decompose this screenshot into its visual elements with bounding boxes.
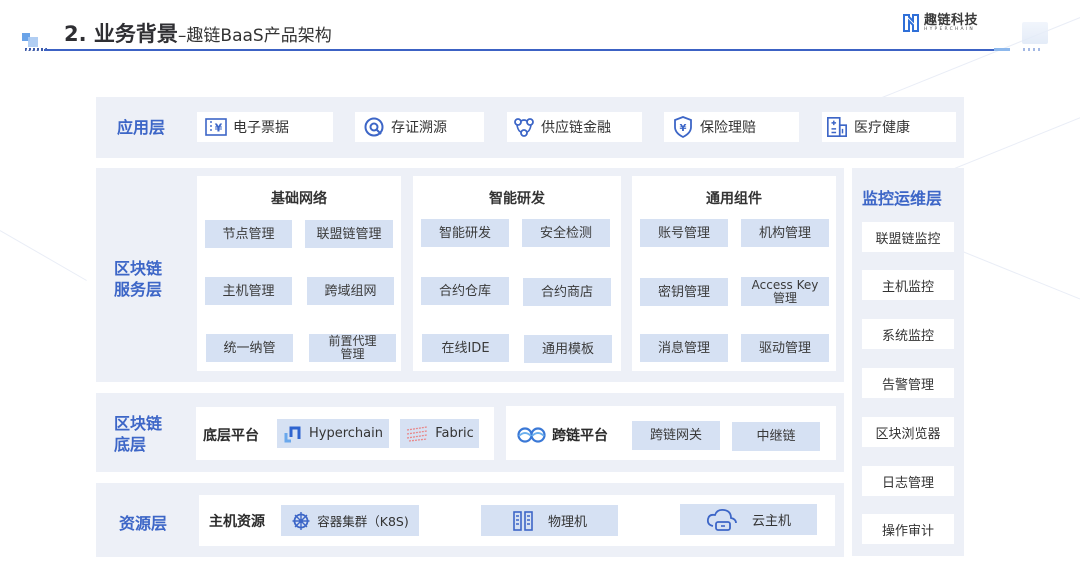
- service-layer-label-line1: 区块链: [114, 259, 163, 278]
- app-item-label: 医疗健康: [854, 120, 910, 136]
- service-item[interactable]: 智能研发: [421, 219, 509, 247]
- svg-text:¥: ¥: [680, 123, 687, 134]
- app-layer-label: 应用层: [117, 118, 166, 137]
- receipt-yen-icon: ¥: [205, 116, 227, 138]
- cube-decoration: [1022, 22, 1048, 44]
- app-item-label: 供应链金融: [541, 120, 611, 136]
- company-logo: 趣链科技 HYPERCHAIN: [902, 13, 978, 33]
- trace-search-icon: [363, 116, 385, 138]
- page-title-sub: –趣链BaaS产品架构: [177, 26, 332, 46]
- platform-hyperchain[interactable]: Hyperchain: [277, 419, 389, 448]
- resource-label: 物理机: [547, 515, 587, 530]
- crosschain-icon: [517, 427, 546, 443]
- service-group-title: 智能研发: [489, 191, 545, 207]
- service-item[interactable]: 账号管理: [640, 219, 728, 247]
- resource-layer-label: 资源层: [119, 514, 168, 533]
- service-item[interactable]: 消息管理: [640, 334, 728, 362]
- fabric-icon: [407, 425, 428, 442]
- service-layer-label: 区块链 服务层: [114, 258, 162, 300]
- base-layer-label-line2: 底层: [114, 435, 147, 454]
- crosschain-platform-text: 跨链平台: [552, 428, 608, 444]
- service-item[interactable]: 统一纳管: [206, 334, 293, 362]
- service-group-title: 通用组件: [706, 191, 762, 207]
- service-item[interactable]: 密钥管理: [640, 278, 728, 306]
- shield-yen-icon: ¥: [672, 116, 694, 138]
- header-decoration-dots: [1023, 48, 1041, 51]
- resource-label: 容器集群（K8S): [317, 514, 409, 529]
- header-decoration-square: [28, 37, 38, 47]
- monitor-item[interactable]: 主机监控: [862, 270, 954, 300]
- supply-chain-icon: [513, 116, 535, 138]
- service-item[interactable]: 在线IDE: [422, 334, 509, 362]
- service-item[interactable]: 主机管理: [205, 277, 292, 305]
- svg-text:¥: ¥: [215, 122, 223, 135]
- resource-label: 云主机: [751, 514, 791, 529]
- app-item-evidence-tracing[interactable]: 存证溯源: [355, 112, 484, 142]
- service-item[interactable]: 节点管理: [205, 220, 292, 248]
- service-item[interactable]: Access Key 管理: [741, 277, 829, 306]
- header-underline: [44, 49, 994, 51]
- monitor-item[interactable]: 区块浏览器: [862, 417, 954, 447]
- service-item[interactable]: 合约商店: [523, 278, 611, 306]
- app-item-healthcare[interactable]: 医疗健康: [822, 112, 956, 142]
- monitor-item[interactable]: 联盟链监控: [862, 222, 954, 252]
- page-title-main: 2. 业务背景: [64, 22, 178, 46]
- logo-name-en: HYPERCHAIN: [924, 26, 975, 32]
- base-layer-label: 区块链 底层: [114, 413, 162, 455]
- app-item-supply-chain-finance[interactable]: 供应链金融: [507, 112, 642, 142]
- header-underline-tail: [994, 48, 1010, 51]
- monitor-item[interactable]: 告警管理: [862, 368, 954, 398]
- base-layer-label-line1: 区块链: [114, 414, 163, 433]
- service-item[interactable]: 驱动管理: [741, 334, 829, 362]
- service-group-title: 基础网络: [271, 191, 327, 207]
- service-item[interactable]: 合约仓库: [421, 277, 509, 305]
- hospital-icon: [826, 116, 848, 138]
- app-item-label: 电子票据: [233, 120, 289, 136]
- app-item-label: 存证溯源: [391, 120, 447, 136]
- monitor-item[interactable]: 日志管理: [862, 466, 954, 496]
- cloud-host-icon: [706, 508, 737, 531]
- app-item-label: 保险理赔: [700, 120, 756, 136]
- hyperchain-icon: [284, 426, 301, 442]
- platform-label: Fabric: [435, 426, 474, 441]
- service-item[interactable]: 机构管理: [741, 219, 829, 247]
- service-item[interactable]: 前置代理 管理: [309, 334, 396, 362]
- resource-physical-machine[interactable]: 物理机: [481, 505, 618, 536]
- kubernetes-icon: [292, 511, 310, 530]
- app-item-insurance-claim[interactable]: ¥ 保险理赔: [664, 112, 799, 142]
- platform-fabric[interactable]: Fabric: [400, 419, 479, 448]
- logo-name-cn: 趣链科技: [924, 12, 979, 28]
- resource-cloud-host[interactable]: 云主机: [680, 504, 817, 535]
- page-title: 2. 业务背景–趣链BaaS产品架构: [64, 18, 332, 48]
- app-item-e-invoice[interactable]: ¥ 电子票据: [197, 112, 333, 142]
- platform-label: Hyperchain: [309, 426, 383, 441]
- crosschain-item[interactable]: 中继链: [732, 422, 820, 451]
- base-platform-label: 底层平台: [203, 428, 259, 444]
- server-icon: [513, 510, 533, 531]
- crosschain-item[interactable]: 跨链网关: [632, 421, 720, 450]
- hyperchain-logo-icon: [903, 14, 919, 32]
- monitor-layer-label: 监控运维层: [862, 189, 943, 208]
- service-item[interactable]: 联盟链管理: [305, 220, 393, 248]
- crosschain-platform-label: 跨链平台: [516, 425, 608, 445]
- monitor-item[interactable]: 系统监控: [862, 319, 954, 349]
- service-item[interactable]: 通用模板: [524, 335, 612, 363]
- service-item[interactable]: 跨域组网: [307, 277, 394, 305]
- service-item[interactable]: 安全检测: [522, 219, 610, 247]
- resource-k8s-cluster[interactable]: 容器集群（K8S): [281, 505, 419, 536]
- monitor-item[interactable]: 操作审计: [862, 514, 954, 544]
- host-resource-label: 主机资源: [209, 514, 265, 530]
- service-layer-label-line2: 服务层: [114, 280, 163, 299]
